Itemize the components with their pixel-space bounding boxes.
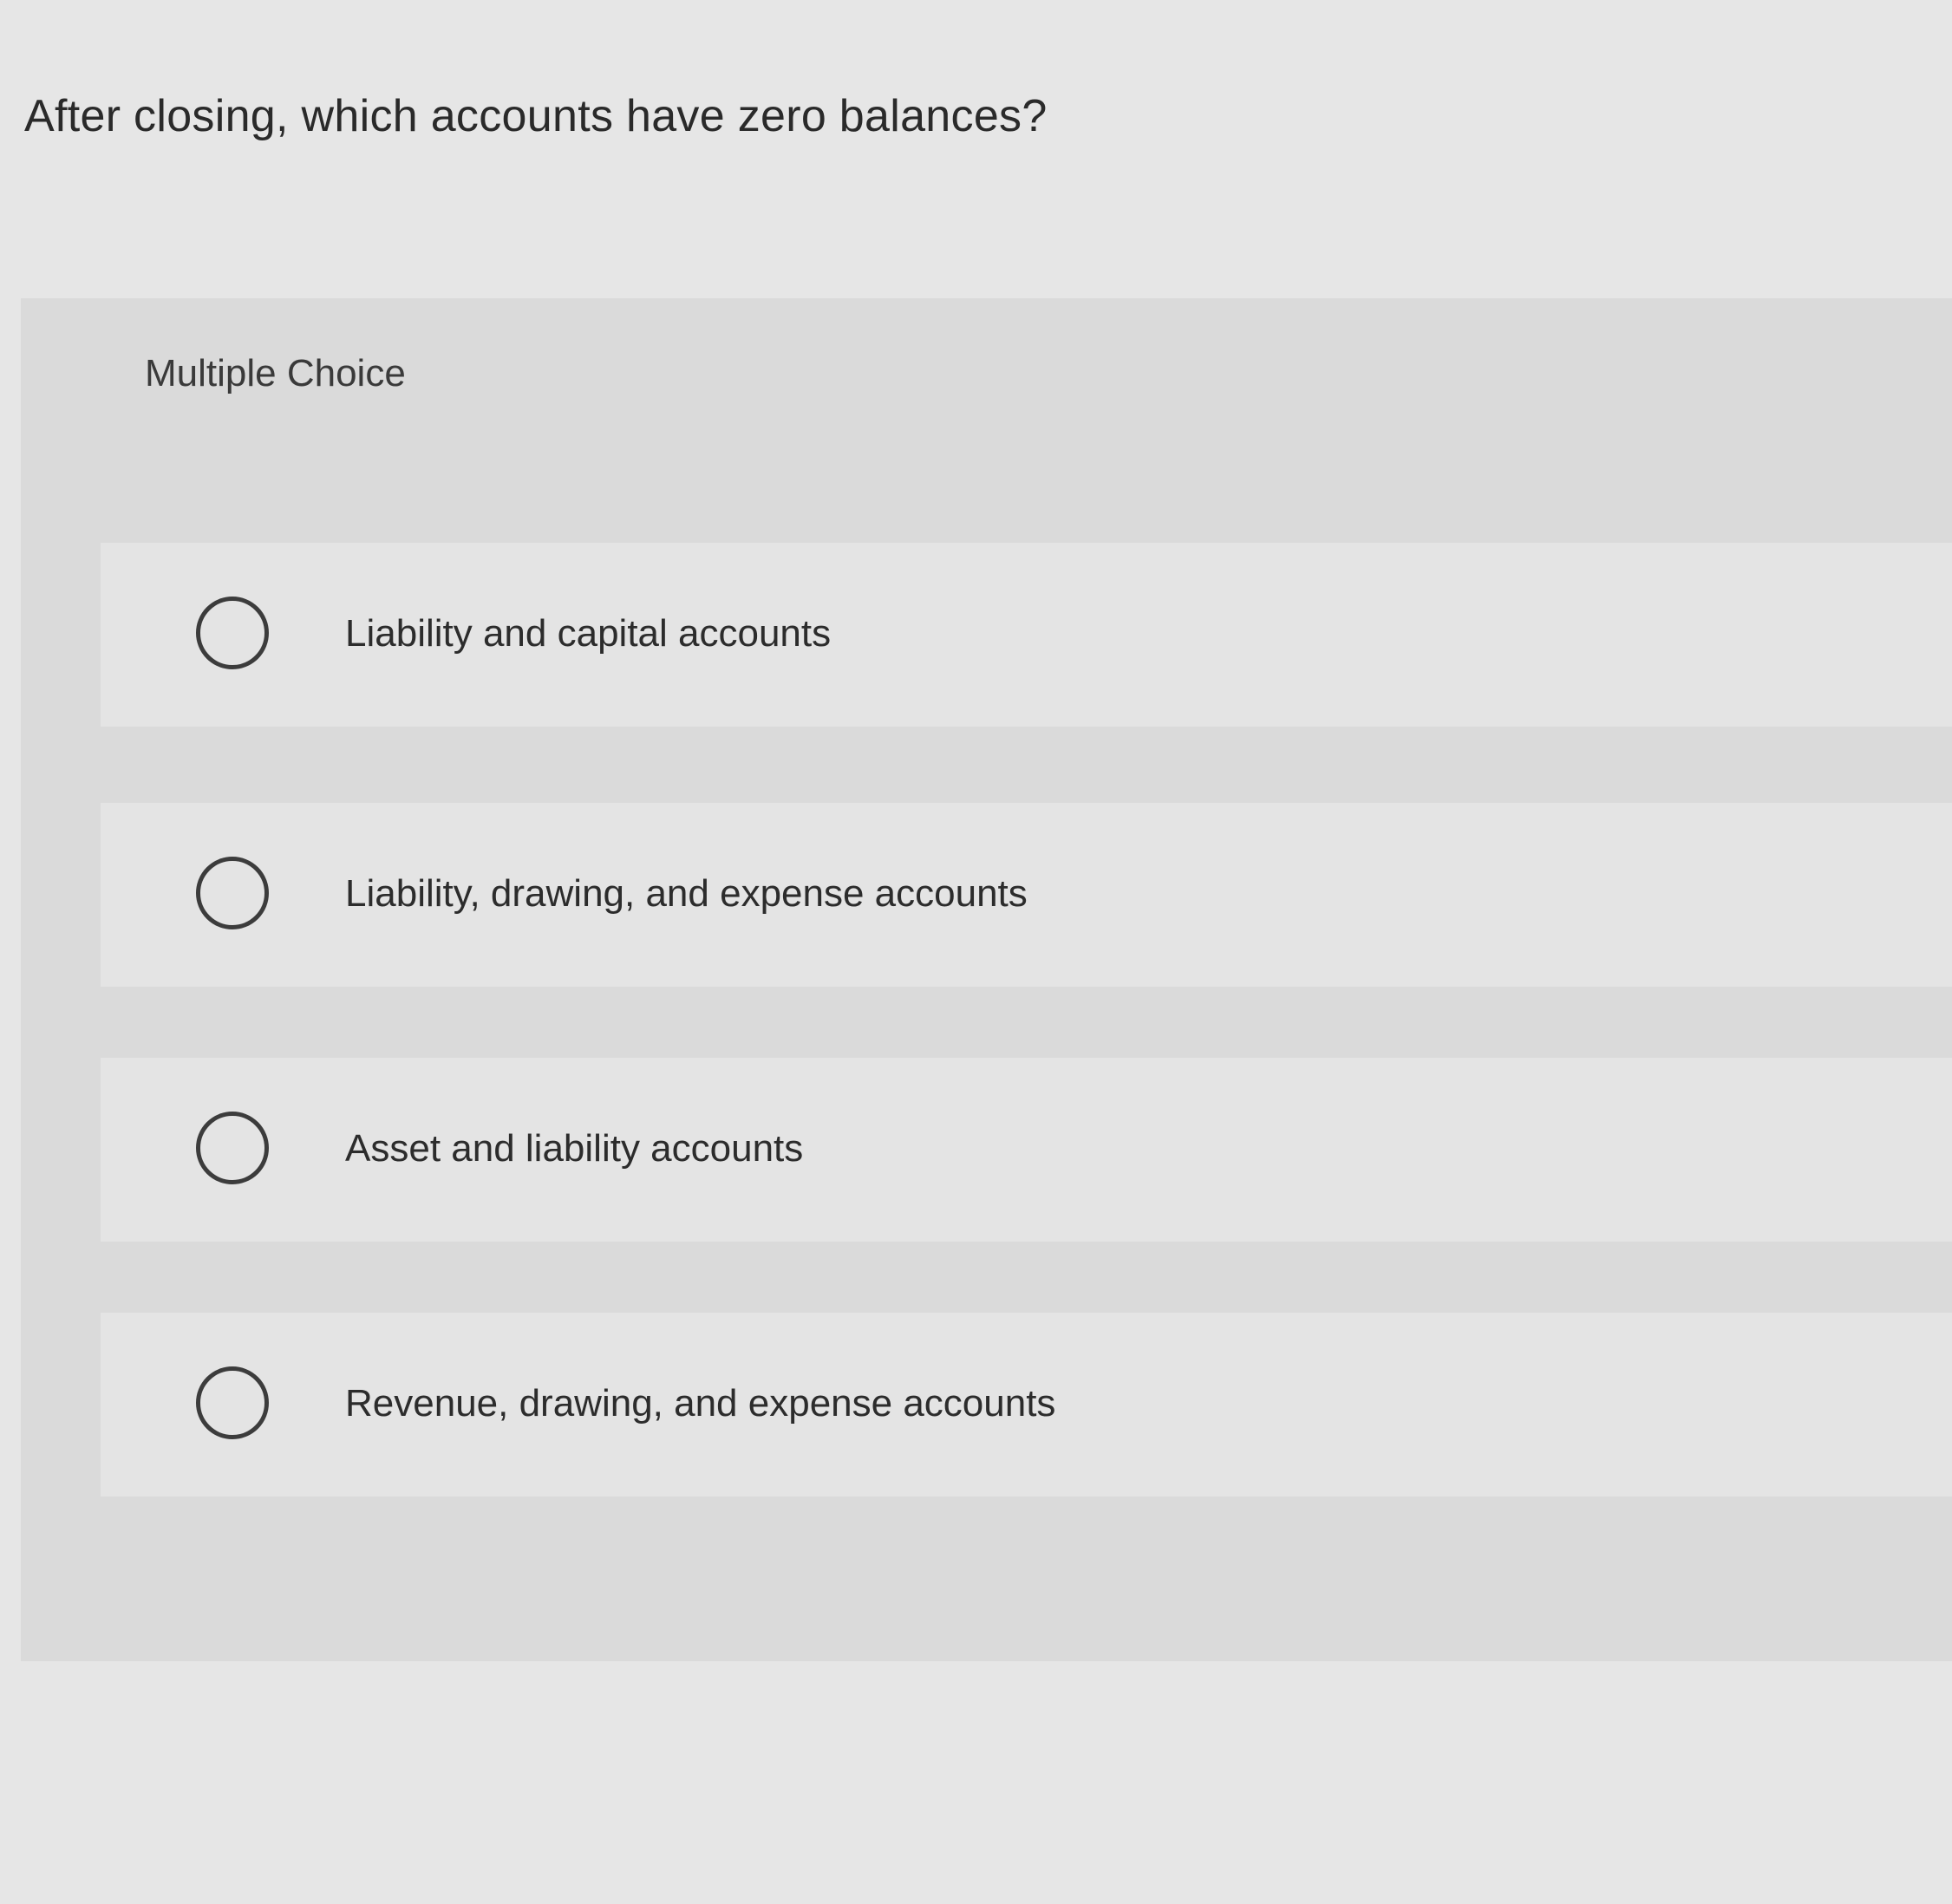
- multiple-choice-panel: Multiple Choice Liability and capital ac…: [21, 298, 1952, 1661]
- option-4-label: Revenue, drawing, and expense accounts: [345, 1382, 1056, 1425]
- radio-button-1[interactable]: [196, 597, 269, 669]
- radio-button-3[interactable]: [196, 1112, 269, 1184]
- option-2-label: Liability, drawing, and expense accounts: [345, 872, 1028, 915]
- option-4[interactable]: Revenue, drawing, and expense accounts: [101, 1313, 1952, 1496]
- radio-button-2[interactable]: [196, 857, 269, 929]
- option-3-label: Asset and liability accounts: [345, 1127, 804, 1170]
- option-3[interactable]: Asset and liability accounts: [101, 1058, 1952, 1242]
- option-1[interactable]: Liability and capital accounts: [101, 543, 1952, 727]
- option-2[interactable]: Liability, drawing, and expense accounts: [101, 803, 1952, 987]
- option-1-label: Liability and capital accounts: [345, 612, 832, 655]
- radio-button-4[interactable]: [196, 1366, 269, 1439]
- multiple-choice-label: Multiple Choice: [145, 352, 406, 394]
- question-text: After closing, which accounts have zero …: [24, 91, 1048, 141]
